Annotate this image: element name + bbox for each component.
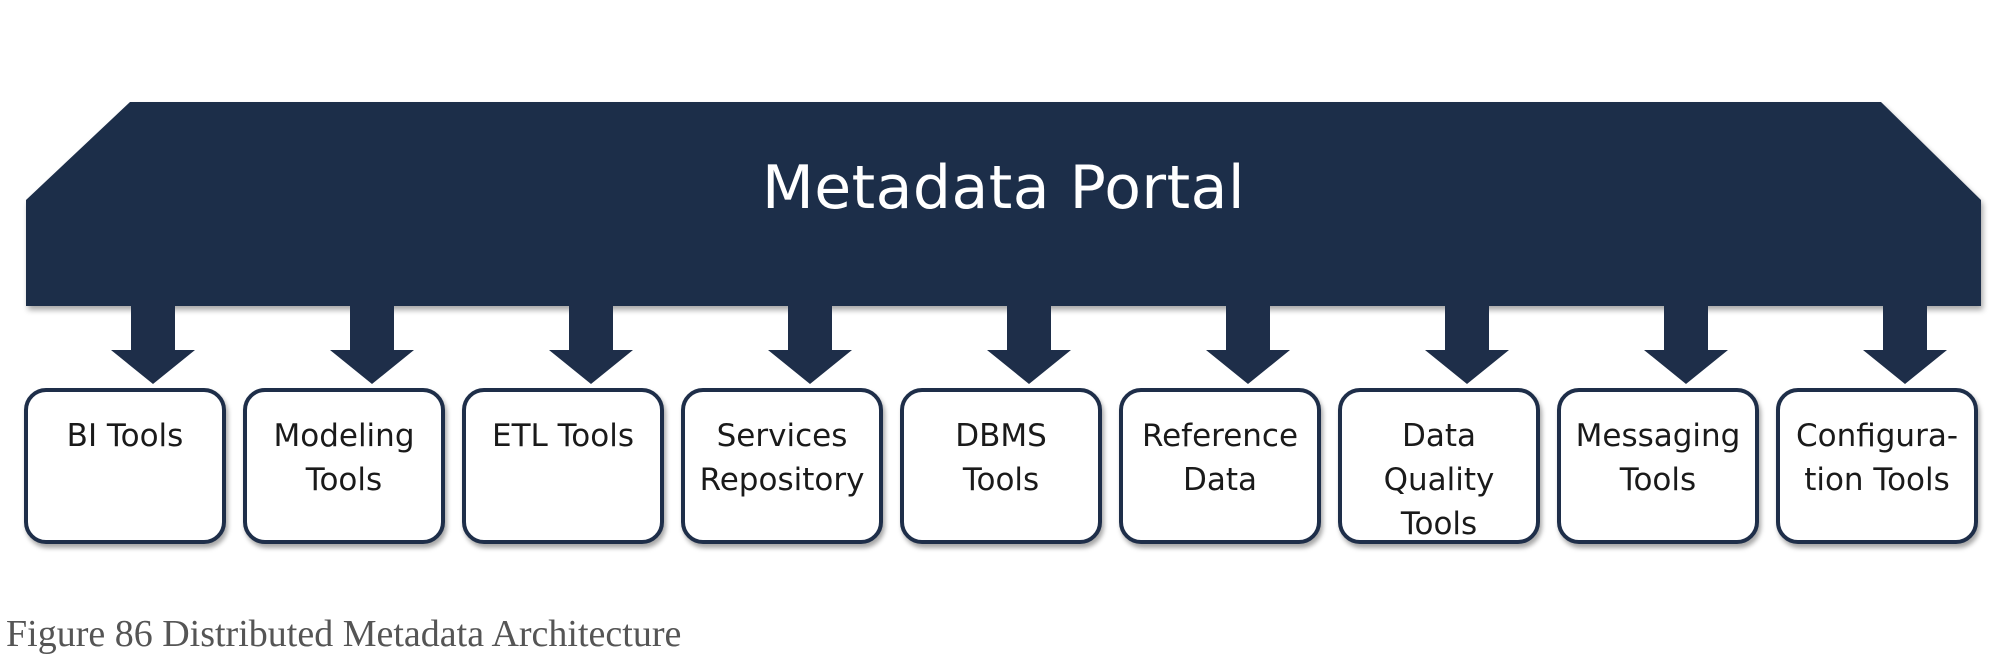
tool-label: Data Quality Tools [1383,418,1495,542]
tool-box-4: Services Repository [681,388,883,544]
down-arrow-1 [111,300,195,384]
tool-label: Configura- tion Tools [1795,418,1959,498]
portal-arrows [111,300,1947,384]
tool-box-6: Reference Data [1119,388,1321,544]
tool-box-2: Modeling Tools [243,388,445,544]
tool-label: ETL Tools [491,418,634,454]
tool-label: Reference Data [1141,418,1299,498]
tool-box-9: Configura- tion Tools [1776,388,1978,544]
down-arrow-4 [768,300,852,384]
distributed-metadata-diagram: Metadata Portal BI Tools Modeling Tools ET… [0,0,2010,655]
tool-box-3: ETL Tools [462,388,664,544]
down-arrow-5 [987,300,1071,384]
down-arrow-9 [1863,300,1947,384]
down-arrow-7 [1425,300,1509,384]
tool-label: Services Repository [699,418,865,498]
tool-box-8: Messaging Tools [1557,388,1759,544]
down-arrow-8 [1644,300,1728,384]
tool-box-7: Data Quality Tools [1338,388,1540,544]
tool-label: BI Tools [66,418,184,454]
down-arrow-3 [549,300,633,384]
tool-box-5: DBMS Tools [900,388,1102,544]
figure-caption: Figure 86 Distributed Metadata Architect… [6,613,682,655]
portal-title: Metadata Portal [761,153,1246,223]
tool-label: Messaging Tools [1575,418,1741,498]
down-arrow-2 [330,300,414,384]
tool-label: DBMS Tools [955,418,1047,498]
tool-box-1: BI Tools [24,388,226,544]
down-arrow-6 [1206,300,1290,384]
tool-label: Modeling Tools [273,418,415,498]
